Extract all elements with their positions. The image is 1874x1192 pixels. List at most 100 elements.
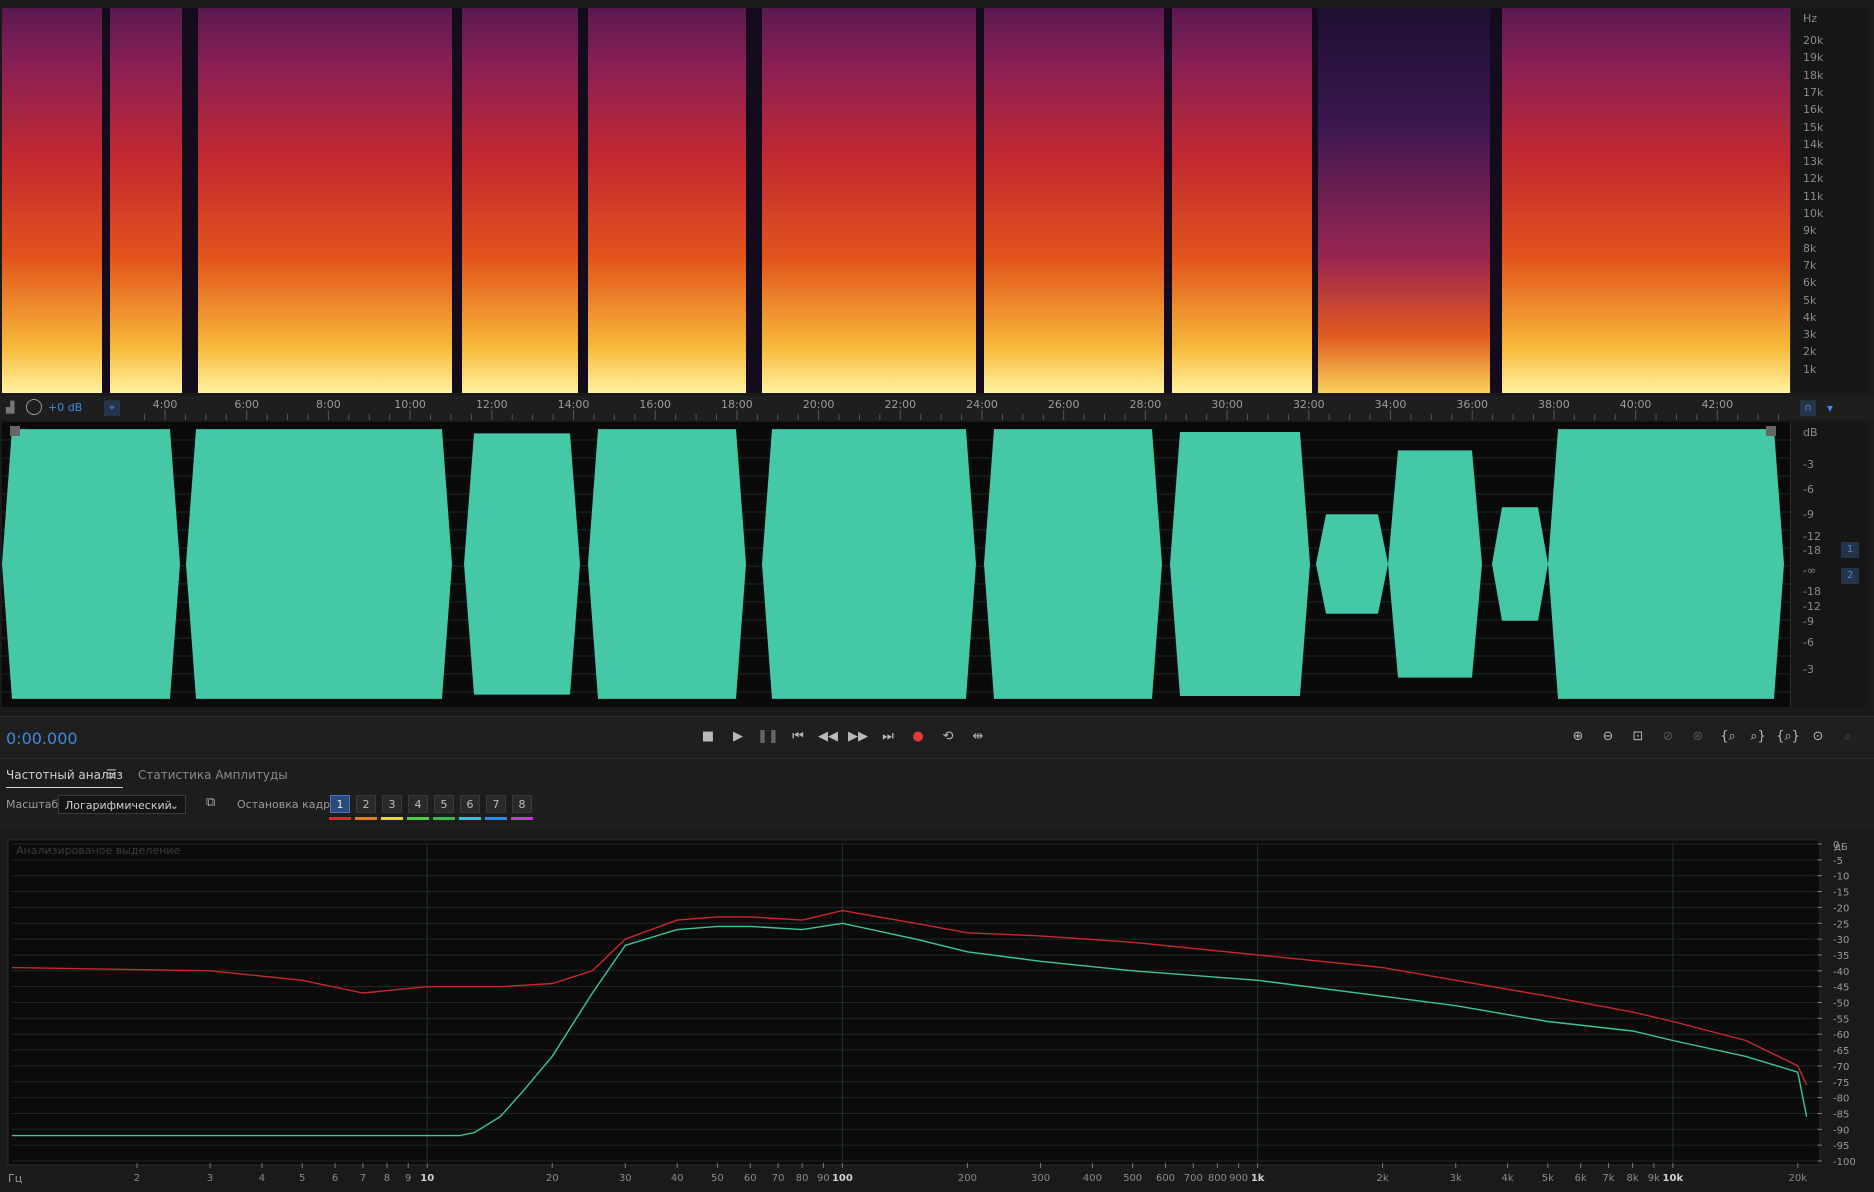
y-tick-label: -5 xyxy=(1833,856,1843,867)
x-tick-label: 2k xyxy=(1377,1173,1389,1184)
spectrogram-freq-label: 9k xyxy=(1803,224,1817,238)
freeze-frame-3[interactable]: 3 xyxy=(382,795,402,813)
stop-button[interactable]: ■ xyxy=(696,725,720,749)
panel-menu-icon[interactable]: ☰ xyxy=(106,767,117,781)
time-ruler-label: 22:00 xyxy=(884,398,916,411)
zoom-out-time-button[interactable]: ⊙ xyxy=(1806,725,1830,749)
pause-button[interactable]: ❚❚ xyxy=(756,725,780,749)
spectrogram-freq-label: 19k xyxy=(1803,51,1824,65)
spectrogram-band xyxy=(1502,8,1790,393)
zoom-fit-button[interactable]: ⊡ xyxy=(1626,725,1650,749)
freeze-frame-8[interactable]: 8 xyxy=(512,795,532,813)
spectrogram-freq-label: 15k xyxy=(1803,120,1824,134)
x-tick-label: 40 xyxy=(671,1173,684,1184)
x-tick-label: 800 xyxy=(1208,1173,1227,1184)
waveform-view[interactable] xyxy=(2,422,1790,707)
freeze-frame-color xyxy=(459,817,481,820)
spectrogram-band xyxy=(182,8,198,393)
x-tick-label: 6 xyxy=(332,1173,338,1184)
waveform-segment xyxy=(2,429,180,699)
time-ruler-label: 34:00 xyxy=(1375,398,1407,411)
y-tick-label: -55 xyxy=(1833,1014,1849,1025)
spectrogram-view[interactable] xyxy=(2,8,1790,393)
waveform-db-label: -18 xyxy=(1803,544,1821,557)
frequency-analysis-chart[interactable]: 0-5-10-15-20-25-30-35-40-45-50-55-60-65-… xyxy=(0,836,1874,1192)
x-tick-label: 700 xyxy=(1184,1173,1203,1184)
zoom-selection-button[interactable]: ⊛ xyxy=(1686,725,1710,749)
time-ruler[interactable]: ▟ +0 dB ⌖ 4:00 6:00 8:00 10:00 12:00 14:00 16:… xyxy=(0,396,1874,420)
channel-badge-1[interactable]: 1 xyxy=(1841,542,1859,558)
x-tick-label: 5k xyxy=(1542,1173,1554,1184)
x-tick-label: 8k xyxy=(1627,1173,1639,1184)
waveform-db-label: -9 xyxy=(1803,615,1814,628)
freeze-frame-label: Остановка кадра: xyxy=(237,798,341,811)
freeze-frame-color xyxy=(485,817,507,820)
x-tick-label: 9 xyxy=(405,1173,411,1184)
waveform-db-label: -18 xyxy=(1803,585,1821,598)
freeze-frame-7[interactable]: 7 xyxy=(486,795,506,813)
waveform-segment xyxy=(1492,507,1548,621)
zoom-in-time-button[interactable]: ⌕ xyxy=(1836,725,1860,749)
record-button[interactable]: ● xyxy=(906,725,930,749)
waveform-segment xyxy=(588,429,746,699)
copy-icon[interactable]: ⧉ xyxy=(206,795,220,810)
freeze-frame-2[interactable]: 2 xyxy=(356,795,376,813)
time-ruler-label: 40:00 xyxy=(1620,398,1652,411)
spectrogram-freq-label: 11k xyxy=(1803,189,1824,203)
y-tick-label: -75 xyxy=(1833,1078,1849,1089)
time-ruler-label: 6:00 xyxy=(234,398,259,411)
spectrogram-freq-label: 13k xyxy=(1803,155,1824,169)
freeze-frame-color xyxy=(511,817,533,820)
waveform-db-label: -3 xyxy=(1803,458,1814,471)
spectrogram-freq-label: 17k xyxy=(1803,85,1824,99)
freeze-frame-1[interactable]: 1 xyxy=(330,795,350,813)
zoom-in-left-button[interactable]: {⌕ xyxy=(1716,725,1740,749)
y-tick-label: -70 xyxy=(1833,1062,1849,1073)
rewind-button[interactable]: ◀◀ xyxy=(816,725,840,749)
freeze-frame-6[interactable]: 6 xyxy=(460,795,480,813)
time-ruler-label: 36:00 xyxy=(1456,398,1488,411)
scale-select[interactable]: Логарифмический ⌄ xyxy=(58,795,186,814)
spectrogram-band xyxy=(1164,8,1172,393)
x-tick-label: 400 xyxy=(1083,1173,1102,1184)
go-to-end-button[interactable]: ⏭ xyxy=(876,725,900,749)
chart-title: Анализированое выделение xyxy=(16,844,180,857)
spectrogram-band xyxy=(1490,8,1502,393)
y-tick-label: -25 xyxy=(1833,919,1849,930)
time-ruler-label: 14:00 xyxy=(558,398,590,411)
freeze-frame-4[interactable]: 4 xyxy=(408,795,428,813)
x-tick-label: 10 xyxy=(420,1173,434,1184)
chevron-down-icon: ⌄ xyxy=(169,799,179,812)
freeze-frame-5[interactable]: 5 xyxy=(434,795,454,813)
freeze-frame-color xyxy=(329,817,351,820)
spectrogram-band xyxy=(102,8,110,393)
zoom-reset-button[interactable]: ⊘ xyxy=(1656,725,1680,749)
spectrogram-band xyxy=(462,8,578,393)
zoom-full-button[interactable]: {⌕} xyxy=(1776,725,1800,749)
x-tick-label: 7 xyxy=(360,1173,366,1184)
play-button[interactable]: ▶ xyxy=(726,725,750,749)
zoom-in-amplitude-button[interactable]: ⊕ xyxy=(1566,725,1590,749)
skip-selection-button[interactable]: ⇹ xyxy=(966,725,990,749)
current-time[interactable]: 0:00.000 xyxy=(6,729,78,748)
zoom-out-amplitude-button[interactable]: ⊖ xyxy=(1596,725,1620,749)
tab-amplitude-statistics[interactable]: Статистика Амплитуды xyxy=(138,768,288,782)
spectrogram-unit: Hz xyxy=(1803,12,1818,25)
waveform-db-scale: dB -3 -6 -9 -12 -18 -∞ -18 -12 -9 -6 -3 1 2 xyxy=(1790,422,1867,707)
spectrogram-freq-label: 1k xyxy=(1803,362,1817,376)
spectrogram-freq-label: 5k xyxy=(1803,293,1817,307)
marker-icon[interactable]: ▾ xyxy=(1822,400,1838,416)
zoom-in-right-button[interactable]: ⌕} xyxy=(1746,725,1770,749)
x-tick-label: 600 xyxy=(1156,1173,1175,1184)
x-tick-label: 7k xyxy=(1602,1173,1614,1184)
channel-badge-2[interactable]: 2 xyxy=(1841,568,1859,584)
analysis-panel-tabs: Частотный анализ ☰ Статистика Амплитуды xyxy=(0,758,1874,791)
go-to-start-button[interactable]: ⏮ xyxy=(786,725,810,749)
headphones-icon[interactable]: ∩ xyxy=(1800,400,1816,416)
spectrogram-bands xyxy=(2,8,1790,393)
scale-label: Масштаб: xyxy=(6,798,62,811)
waveform-segment xyxy=(1316,514,1388,614)
x-tick-label: 2 xyxy=(134,1173,140,1184)
loop-button[interactable]: ⟲ xyxy=(936,725,960,749)
fast-forward-button[interactable]: ▶▶ xyxy=(846,725,870,749)
